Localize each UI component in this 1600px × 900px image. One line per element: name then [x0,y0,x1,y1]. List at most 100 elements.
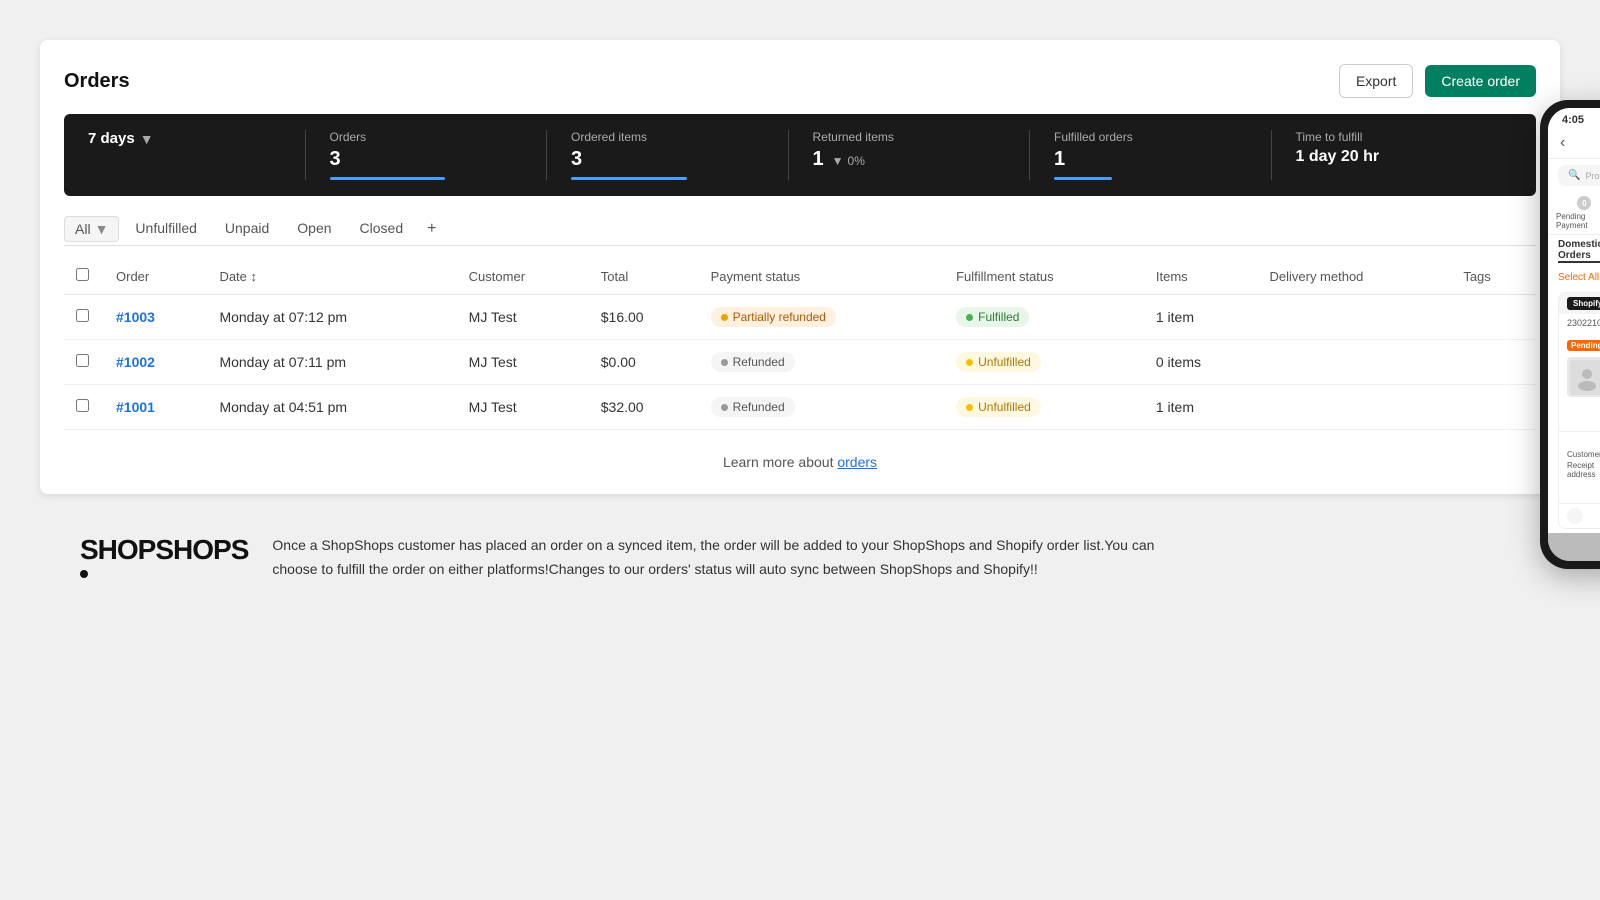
shopshops-logo: SHOPSHOPS [80,534,248,578]
phone-order-card[interactable]: Shopify Bot 2302210550556673 📋 Pending S… [1558,292,1600,529]
phone-search-icon: 🔍 [1568,170,1580,181]
payment-status-badge: Refunded [711,352,795,372]
tab-all[interactable]: All ▼ [64,216,119,242]
col-customer: Customer [457,258,589,295]
order-customer: MJ Test [457,295,589,340]
export-button[interactable]: Export [1339,64,1413,98]
order-payment-status: Partially refunded [699,295,945,340]
row-checkbox[interactable] [76,399,89,412]
col-payment-status: Payment status [699,258,945,295]
stat-period[interactable]: 7 days ▼ [88,130,306,180]
order-date: Monday at 07:11 pm [207,340,456,385]
order-fulfillment-status: Unfulfilled [944,340,1144,385]
col-tags: Tags [1451,258,1536,295]
phone-order-type-tabs: Domestic Orders 7 International Orders 1 [1548,235,1600,267]
tab-unpaid[interactable]: Unpaid [213,212,281,246]
stat-returned-items: Returned items 1 ▼ 0% [813,130,1031,180]
select-all-checkbox[interactable] [76,268,89,281]
col-delivery-method: Delivery method [1257,258,1451,295]
phone-order-id: 2302210550556673 [1567,318,1600,329]
table-row[interactable]: #1001 Monday at 04:51 pmMJ Test$32.00 Refu… [64,385,1536,430]
orders-table: Order Date ↕ Customer Total Payment stat… [64,258,1536,430]
tab-domestic[interactable]: Domestic Orders [1558,239,1600,263]
phone-filter-row: 0 Pending Payment 12 Pending Shipping 0 … [1548,192,1600,235]
stat-orders: Orders 3 [330,130,548,180]
order-id-link[interactable]: #1002 [116,354,155,370]
order-id-link[interactable]: #1003 [116,309,155,325]
col-fulfillment-status: Fulfillment status [944,258,1144,295]
phone-order-status-badge: Pending Shipping [1567,340,1600,351]
create-order-button[interactable]: Create order [1425,65,1536,97]
tab-open[interactable]: Open [285,212,343,246]
order-fulfillment-status: Fulfilled [944,295,1144,340]
page-title: Orders [64,70,130,93]
stat-time-to-fulfill: Time to fulfill 1 day 20 hr [1296,130,1513,180]
order-items: 0 items [1144,340,1258,385]
stat-ordered-items: Ordered items 3 [571,130,789,180]
phone-ship-row: Ship [1559,503,1600,528]
orders-link[interactable]: orders [837,454,877,470]
fulfillment-status-badge: Unfulfilled [956,397,1041,417]
payment-status-badge: Partially refunded [711,307,836,327]
fulfillment-status-badge: Unfulfilled [956,352,1041,372]
order-delivery-method [1257,340,1451,385]
phone-filter-pending-payment[interactable]: 0 Pending Payment [1556,196,1600,230]
table-row[interactable]: #1003 Monday at 07:12 pmMJ Test$16.00 Part… [64,295,1536,340]
phone-order-amount-row: Order Amount: $34.84 [1559,431,1600,446]
col-date[interactable]: Date ↕ [207,258,456,295]
phone-product-image [1567,357,1600,397]
phone-search-bar[interactable]: 🔍 Product title, Order number... [1558,165,1600,186]
bottom-section: SHOPSHOPS Once a ShopShops customer has … [40,534,1560,582]
tab-closed[interactable]: Closed [348,212,416,246]
phone-order-header: Shopify Bot [1559,293,1600,314]
col-order: Order [104,258,207,295]
learn-more-section: Learn more about orders [64,454,1536,470]
order-delivery-method [1257,385,1451,430]
order-items: 1 item [1144,295,1258,340]
stats-bar: 7 days ▼ Orders 3 Ordered items 3 Return… [64,114,1536,196]
logo-dot [80,570,88,578]
phone-customer-info: Customer username 1234567890 Receipt add… [1559,446,1600,503]
phone-ship-icon [1567,508,1583,524]
order-date: Monday at 04:51 pm [207,385,456,430]
order-total: $32.00 [589,385,699,430]
phone-time: 4:05 [1562,114,1584,126]
phone-mockup: 4:05 ▌▌▌ ((·)) 🔋 ‹ My Orders ⋮ 🔍 P [1540,100,1600,569]
row-checkbox[interactable] [76,309,89,322]
order-date: Monday at 07:12 pm [207,295,456,340]
order-customer: MJ Test [457,385,589,430]
order-payment-status: Refunded [699,340,945,385]
order-payment-status: Refunded [699,385,945,430]
col-items: Items [1144,258,1258,295]
payment-status-badge: Refunded [711,397,795,417]
add-tab-button[interactable]: + [419,216,444,242]
fulfillment-status-badge: Fulfilled [956,307,1029,327]
order-total: $0.00 [589,340,699,385]
order-items: 1 item [1144,385,1258,430]
order-id-link[interactable]: #1001 [116,399,155,415]
phone-platform-badge: Shopify Bot [1567,297,1600,310]
order-fulfillment-status: Unfulfilled [944,385,1144,430]
phone-header: ‹ My Orders ⋮ [1548,128,1600,159]
order-delivery-method [1257,295,1451,340]
header-actions: Export Create order [1339,64,1536,98]
col-total: Total [589,258,699,295]
phone-order-product-row: chan luu sterling silver bracelet As Sho… [1559,353,1600,431]
order-customer: MJ Test [457,340,589,385]
order-tags [1451,340,1536,385]
phone-select-all-text[interactable]: Select All [1558,272,1599,283]
row-checkbox[interactable] [76,354,89,367]
phone-order-id-row: 2302210550556673 📋 [1559,314,1600,333]
order-total: $16.00 [589,295,699,340]
filter-tabs-bar: All ▼ Unfulfilled Unpaid Open Closed + [64,212,1536,246]
phone-search-placeholder: Product title, Order number... [1585,171,1600,181]
bottom-description: Once a ShopShops customer has placed an … [272,534,1172,582]
order-tags [1451,385,1536,430]
phone-select-all-row: Select All ☰ ⊞ [1548,267,1600,288]
tab-unfulfilled[interactable]: Unfulfilled [123,212,208,246]
phone-back-button[interactable]: ‹ [1560,134,1565,152]
phone-ship-button[interactable]: Ship [1548,533,1600,561]
order-tags [1451,295,1536,340]
stat-fulfilled-orders: Fulfilled orders 1 [1054,130,1272,180]
table-row[interactable]: #1002 Monday at 07:11 pmMJ Test$0.00 Refun… [64,340,1536,385]
